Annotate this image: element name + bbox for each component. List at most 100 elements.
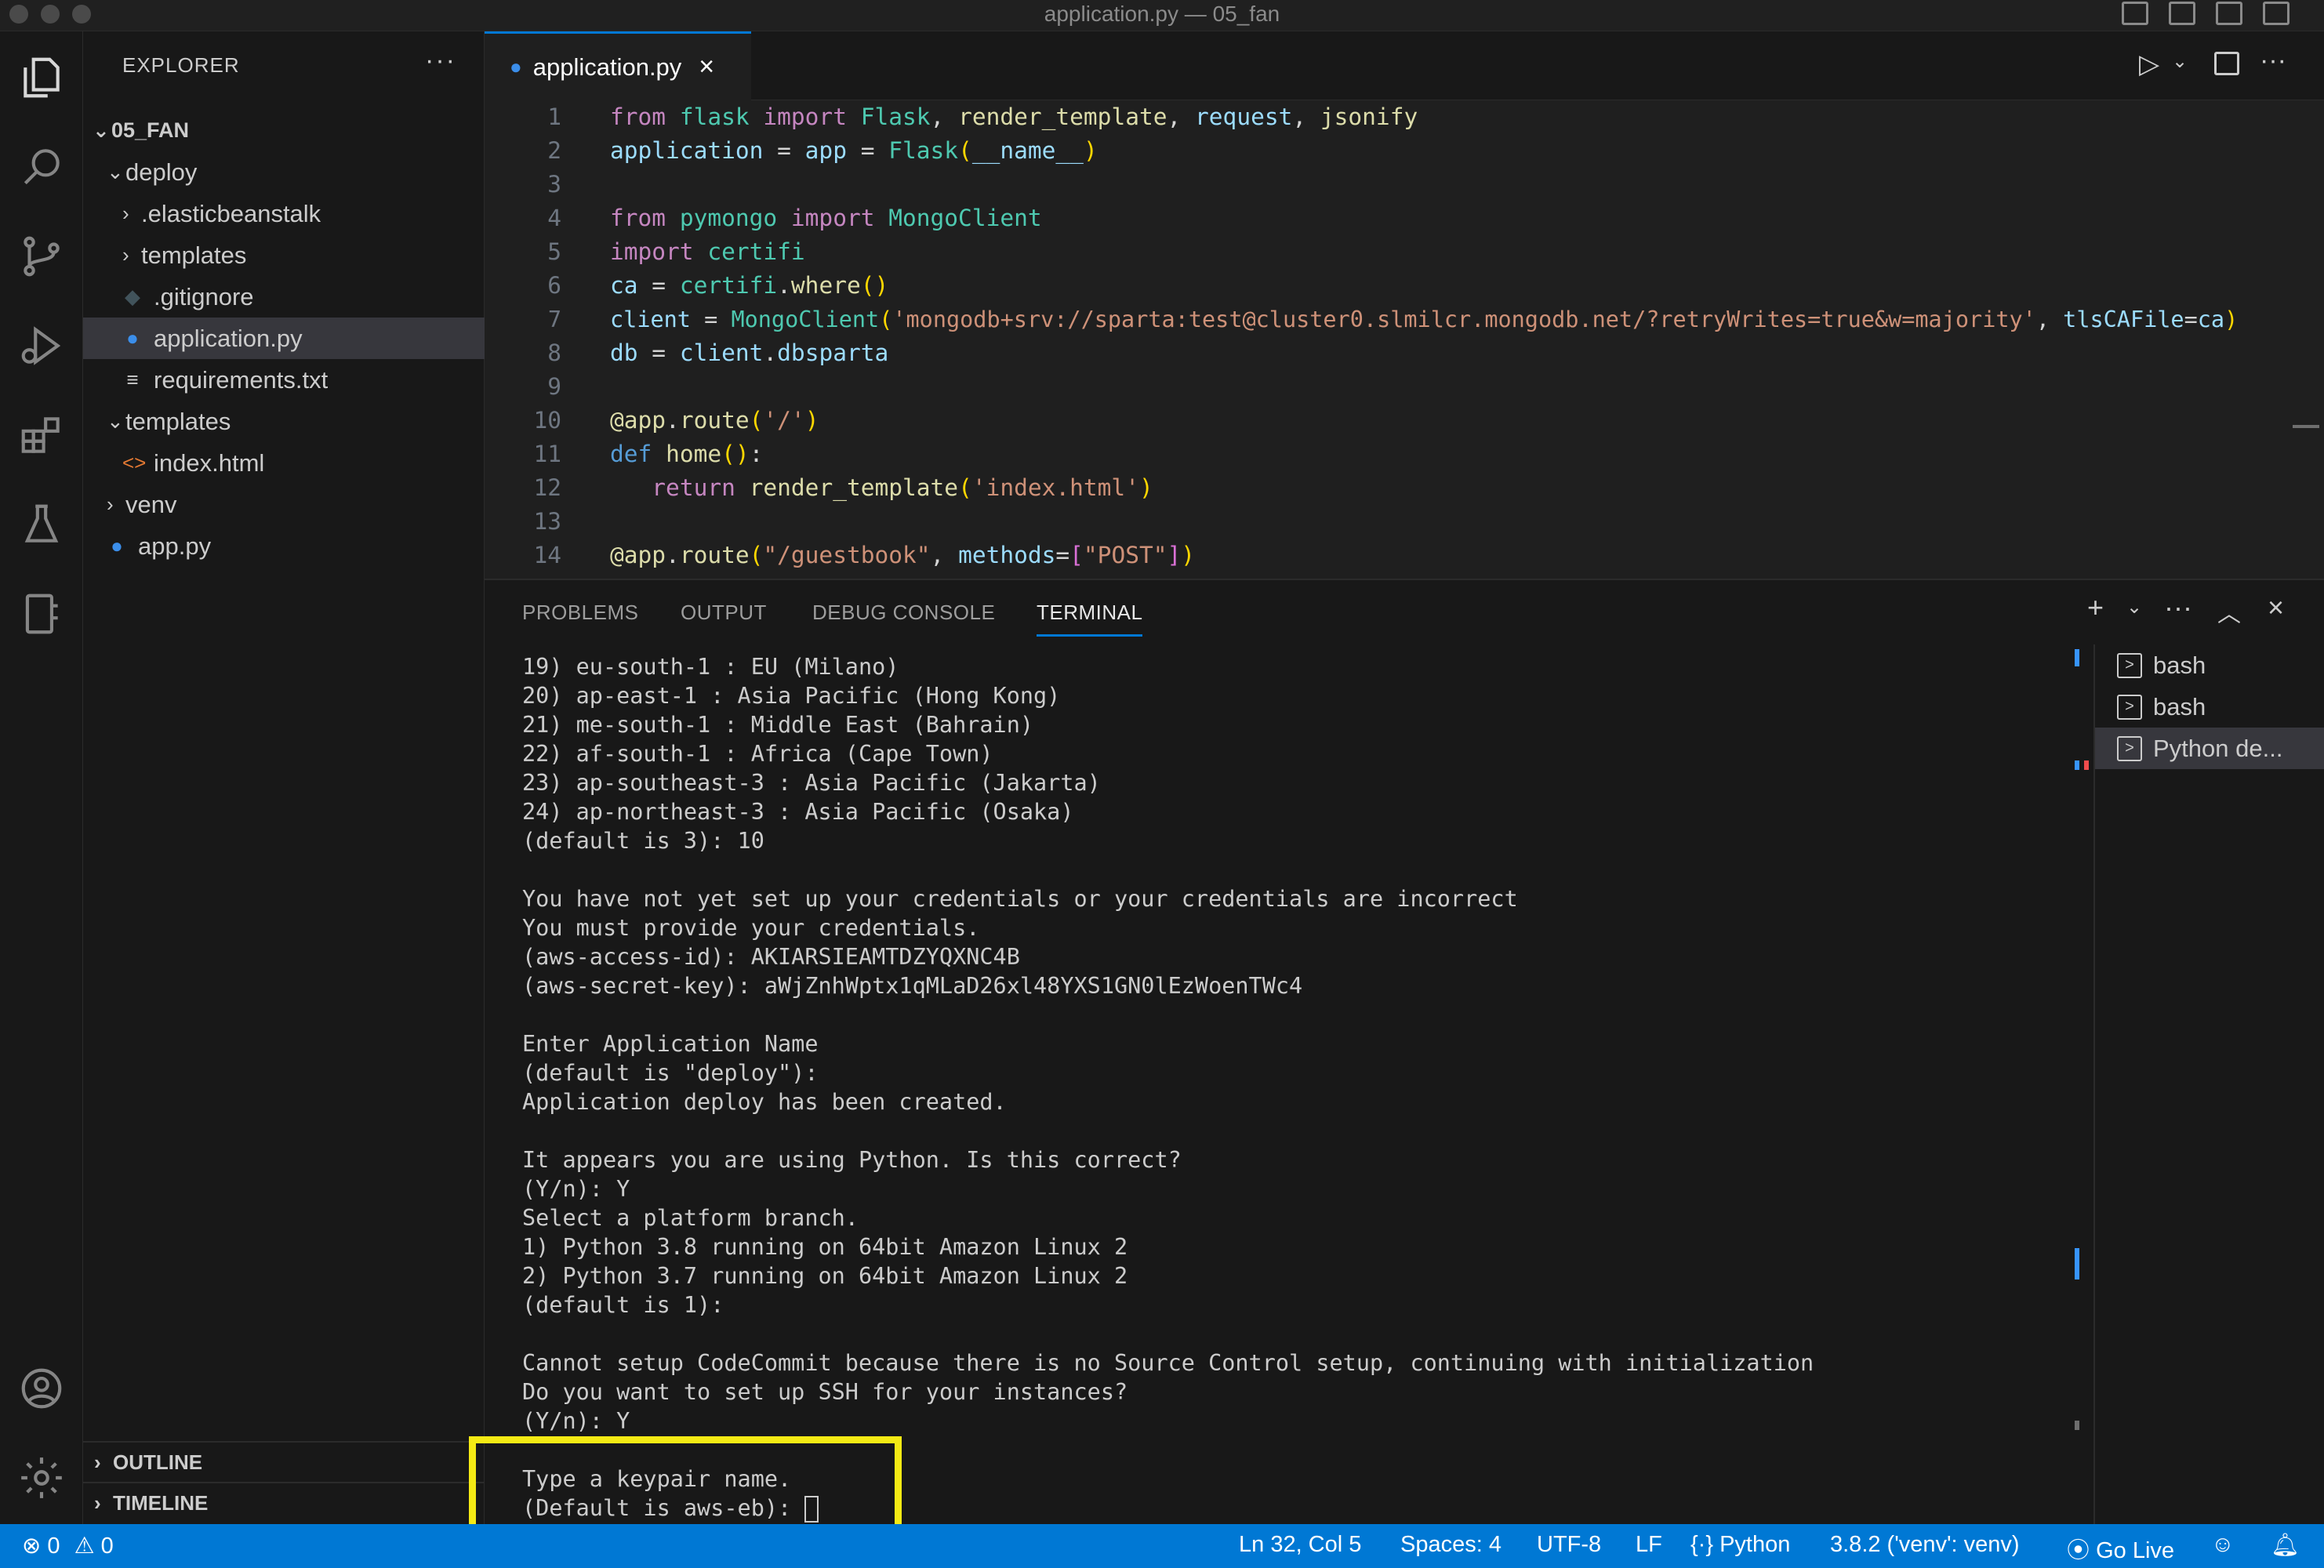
tree-file-gitignore[interactable]: ◆ .gitignore	[83, 276, 485, 318]
editor-tab-bar: ● application.py × ▷ ⌄ ···	[485, 31, 2324, 100]
code-line-13: 13	[533, 508, 561, 535]
chevron-right-icon: ›	[107, 492, 114, 516]
code-editor[interactable]: 1 from flask import Flask, render_templat…	[485, 100, 2324, 579]
code-line-5: 5 import certifi	[547, 238, 805, 265]
terminal-line: Enter Application Name	[522, 1031, 819, 1057]
terminal-dropdown-chevron-icon[interactable]: ⌄	[2126, 596, 2142, 619]
encoding-status[interactable]: UTF-8	[1537, 1532, 1601, 1558]
tree-item-label: 05_FAN	[111, 118, 190, 142]
chevron-down-icon: ⌄	[93, 118, 110, 142]
code-line-14: 14 @app.route("/guestbook", methods=["POS…	[533, 542, 1196, 568]
new-terminal-plus-icon[interactable]: +	[2087, 591, 2104, 624]
accounts-icon[interactable]	[11, 1358, 72, 1419]
code-line-6: 6 ca = certifi.where()	[547, 272, 889, 299]
outline-label: OUTLINE	[113, 1450, 203, 1474]
terminal-line: Do you want to set up SSH for your insta…	[522, 1379, 1128, 1405]
terminal-line: Cannot setup CodeCommit because there is…	[522, 1350, 1814, 1376]
tree-folder-elasticbeanstalk[interactable]: › .elasticbeanstalk	[83, 193, 485, 234]
remote-explorer-icon[interactable]	[11, 583, 72, 644]
terminal-icon: >	[2117, 735, 2142, 761]
tree-file-index-html[interactable]: <> index.html	[83, 442, 485, 484]
cursor-position[interactable]: Ln 32, Col 5	[1239, 1532, 1361, 1558]
search-icon[interactable]	[11, 136, 72, 198]
close-tab-icon[interactable]: ×	[699, 52, 714, 82]
tree-folder-deploy[interactable]: ⌄ deploy	[83, 151, 485, 193]
status-bar: ⊗ 0 ⚠ 0 Ln 32, Col 5 Spaces: 4 UTF-8 LF …	[0, 1524, 2324, 1568]
tab-application-py[interactable]: ● application.py ×	[485, 31, 751, 100]
panel-more-icon[interactable]: ···	[2164, 591, 2192, 624]
notifications-bell-icon[interactable]: 🔔︎	[2271, 1532, 2300, 1559]
chevron-right-icon: ›	[122, 201, 129, 225]
code-line-10: 10 @app.route('/')	[533, 407, 819, 434]
problems-status[interactable]: ⊗ 0 ⚠ 0	[22, 1532, 114, 1559]
terminal-output[interactable]: 19) eu-south-1 : EU (Milano) 20) ap-east-…	[522, 652, 2169, 1523]
code-line-12: 12 return render_template('index.html')	[533, 474, 1153, 501]
maximize-panel-chevron-up-icon[interactable]: ︿	[2217, 594, 2241, 629]
terminal-scroll-marker-error	[2084, 760, 2089, 770]
terminal-item-python[interactable]: > Python de...	[2095, 728, 2324, 769]
extensions-icon[interactable]	[11, 405, 72, 466]
python-interpreter-status[interactable]: 3.8.2 ('venv': venv)	[1830, 1532, 2020, 1558]
outline-section[interactable]: › OUTLINE	[83, 1441, 485, 1482]
terminal-scroll-marker	[2075, 1421, 2079, 1430]
customize-layout-icon[interactable]	[2263, 2, 2290, 25]
language-status[interactable]: {·} Python	[1690, 1532, 1790, 1558]
editor-more-icon[interactable]: ···	[2260, 45, 2286, 76]
indentation-status[interactable]: Spaces: 4	[1400, 1532, 1502, 1558]
terminal-item-label: bash	[2153, 651, 2206, 679]
tree-item-label: requirements.txt	[154, 365, 329, 394]
explorer-icon[interactable]	[11, 47, 72, 108]
tree-file-app-py[interactable]: ● app.py	[83, 525, 485, 567]
bottom-panel: PROBLEMS OUTPUT DEBUG CONSOLE TERMINAL +…	[485, 579, 2324, 1526]
go-live-label: Go Live	[2096, 1538, 2175, 1563]
testing-icon[interactable]	[11, 494, 72, 555]
html-file-icon: <>	[122, 451, 147, 474]
chevron-right-icon: ›	[94, 1490, 101, 1515]
title-bar: application.py — 05_fan	[0, 0, 2324, 31]
tab-terminal[interactable]: TERMINAL	[1037, 601, 1143, 637]
go-live-button[interactable]: ⦿ Go Live	[2067, 1532, 2174, 1565]
code-line-9: 9	[547, 373, 561, 400]
terminal-item-label: Python de...	[2153, 734, 2283, 762]
tree-item-label: templates	[125, 407, 231, 435]
terminal-item-bash-2[interactable]: > bash	[2095, 686, 2324, 728]
run-and-debug-icon[interactable]	[11, 315, 72, 376]
python-file-icon: ●	[111, 534, 123, 557]
code-line-2: 2 application = app = Flask(__name__)	[547, 137, 1098, 164]
explorer-sidebar: EXPLORER ··· ⌄ 05_FAN ⌄ deploy › .elasti…	[83, 31, 485, 1524]
terminal-line: You must provide your credentials.	[522, 915, 980, 941]
toggle-secondary-sidebar-icon[interactable]	[2216, 2, 2242, 25]
source-control-icon[interactable]	[11, 226, 72, 287]
tree-root-folder[interactable]: ⌄ 05_FAN	[83, 110, 485, 151]
timeline-section[interactable]: › TIMELINE	[83, 1482, 485, 1523]
settings-gear-icon[interactable]	[11, 1447, 72, 1508]
terminal-line: 19) eu-south-1 : EU (Milano)	[522, 654, 899, 680]
eol-status[interactable]: LF	[1636, 1532, 1662, 1558]
chevron-down-icon: ⌄	[107, 409, 124, 433]
tree-file-requirements[interactable]: ≡ requirements.txt	[83, 359, 485, 401]
terminal-line: (default is 1):	[522, 1292, 724, 1318]
tab-output[interactable]: OUTPUT	[681, 601, 767, 625]
tree-item-label: app.py	[138, 532, 212, 560]
git-file-icon: ◆	[125, 285, 140, 308]
toggle-sidebar-icon[interactable]	[2122, 2, 2148, 25]
close-panel-icon[interactable]: ×	[2268, 591, 2284, 624]
code-line-11: 11 def home():	[533, 441, 764, 467]
chevron-right-icon: ›	[122, 243, 129, 267]
feedback-icon[interactable]: ☺	[2211, 1532, 2235, 1558]
explorer-more-icon[interactable]: ···	[425, 45, 456, 76]
terminal-line: (default is 3): 10	[522, 828, 764, 854]
tree-folder-templates[interactable]: › templates	[83, 234, 485, 276]
tab-debug-console[interactable]: DEBUG CONSOLE	[812, 601, 995, 625]
run-file-icon[interactable]: ▷	[2139, 49, 2159, 80]
toggle-panel-icon[interactable]	[2169, 2, 2195, 25]
tree-file-application-py[interactable]: ● application.py	[83, 318, 485, 359]
tree-folder-venv[interactable]: › venv	[83, 484, 485, 525]
run-options-chevron-icon[interactable]: ⌄	[2172, 50, 2188, 73]
terminal-item-bash[interactable]: > bash	[2095, 644, 2324, 686]
tab-problems[interactable]: PROBLEMS	[522, 601, 639, 625]
terminal-line: 20) ap-east-1 : Asia Pacific (Hong Kong)	[522, 683, 1061, 709]
split-editor-icon[interactable]	[2214, 52, 2239, 75]
tree-folder-templates-root[interactable]: ⌄ templates	[83, 401, 485, 442]
